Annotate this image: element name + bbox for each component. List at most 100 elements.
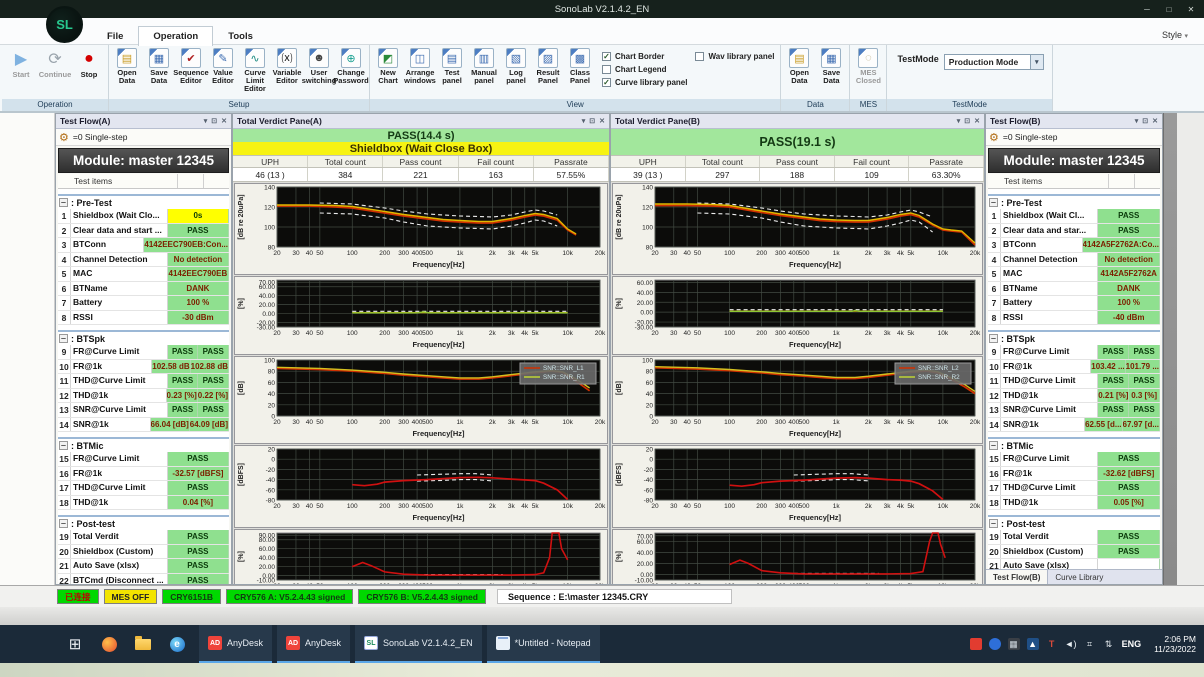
ribbon-button-change-password[interactable]: ⊕Change Password [336, 48, 366, 85]
section-name: : BTSpk [1001, 334, 1035, 344]
minimize-button[interactable]: ─ [1136, 0, 1158, 18]
test-item-name: Battery [1001, 296, 1098, 310]
svg-text:200: 200 [379, 419, 390, 426]
collapse-icon[interactable]: ‒ [989, 198, 998, 207]
testmode-label: TestMode [897, 54, 938, 64]
tray-anydesk-icon[interactable] [970, 638, 982, 650]
tray-app-red-icon[interactable]: T [1046, 638, 1058, 650]
test-row: 13SNR@Curve LimitPASSPASS [988, 403, 1160, 418]
network-icon[interactable]: ⇅ [1103, 638, 1115, 650]
collapse-icon[interactable]: ‒ [59, 519, 68, 528]
ribbon-button-open-data[interactable]: ▤Open Data [112, 48, 142, 85]
close-button[interactable]: ✕ [1180, 0, 1202, 18]
collapse-icon[interactable]: ‒ [989, 441, 998, 450]
ribbon-button-curve-limit-editor[interactable]: ∿Curve Limit Editor [240, 48, 270, 93]
dropdown-icon[interactable]: ▾ [957, 117, 961, 125]
edge-button[interactable]: e [160, 625, 194, 663]
checkbox-chart-border[interactable]: ✓Chart Border [602, 52, 687, 61]
taskbar-app-anydesk[interactable]: ADAnyDesk [199, 625, 272, 663]
collapse-icon[interactable]: ‒ [59, 441, 68, 450]
collapse-icon[interactable]: ‒ [989, 334, 998, 343]
collapse-icon[interactable]: ‒ [59, 334, 68, 343]
row-number: 7 [988, 296, 1001, 310]
checkbox-curve-library-panel[interactable]: ✓Curve library panel [602, 78, 687, 87]
search-button[interactable] [92, 625, 126, 663]
dropdown-icon[interactable]: ▾ [1135, 117, 1139, 125]
start-button[interactable]: ⊞ [58, 625, 92, 663]
taskbar-app--untitled-notepad[interactable]: *Untitled - Notepad [487, 625, 600, 663]
tray-shield-icon[interactable]: ▲ [1027, 638, 1039, 650]
collapse-icon[interactable]: ‒ [59, 198, 68, 207]
test-item-value: PASS [168, 374, 199, 388]
menu-tab-operation[interactable]: Operation [138, 26, 213, 46]
test-item-name: THD@1k [71, 496, 168, 510]
ribbon-button-stop[interactable]: ●Stop [73, 48, 105, 79]
collapse-icon[interactable]: ‒ [989, 519, 998, 528]
close-icon[interactable]: ✕ [974, 117, 980, 125]
clock[interactable]: 2:06 PM 11/23/2022 [1148, 634, 1196, 654]
dropdown-icon[interactable]: ▾ [204, 117, 208, 125]
maximize-button[interactable]: □ [1158, 0, 1180, 18]
manual-panel-icon: ▥ [474, 48, 494, 68]
ribbon-button-save-data[interactable]: ▦Save Data [816, 48, 846, 85]
ribbon-button-arrange-windows[interactable]: ◫Arrange windows [405, 48, 435, 85]
dock-tab-test-flow-b-[interactable]: Test Flow(B) [986, 570, 1048, 584]
ribbon-button-test-panel[interactable]: ▤Test panel [437, 48, 467, 85]
ribbon-button-manual-panel[interactable]: ▥Manual panel [469, 48, 499, 85]
menu-tab-tools[interactable]: Tools [213, 26, 268, 46]
dock-tab-curve-library[interactable]: Curve Library [1048, 570, 1110, 584]
tray-app-dark-icon[interactable]: ▦ [1008, 638, 1020, 650]
single-step-row-a[interactable]: ⚙ =0 Single-step [56, 129, 231, 146]
pin-icon[interactable]: ⊡ [211, 117, 217, 125]
ribbon-button-sequence-editor[interactable]: ✔Sequence Editor [176, 48, 206, 85]
result-panel-icon: ▨ [538, 48, 558, 68]
ribbon-button-open-data[interactable]: ▤Open Data [784, 48, 814, 85]
file-explorer-button[interactable] [126, 625, 160, 663]
pin-icon[interactable]: ⊡ [589, 117, 595, 125]
ribbon-button-result-panel[interactable]: ▨Result Panel [533, 48, 563, 85]
ribbon-button-variable-editor[interactable]: ⒳Variable Editor [272, 48, 302, 85]
window-right-edge[interactable] [1163, 113, 1177, 585]
close-icon[interactable]: ✕ [599, 117, 605, 125]
taskbar-app-anydesk[interactable]: ADAnyDesk [277, 625, 350, 663]
ribbon-button-save-data[interactable]: ▦Save Data [144, 48, 174, 85]
ribbon-button-user-switching[interactable]: ☻User switching [304, 48, 334, 85]
checkbox-chart-legend[interactable]: Chart Legend [602, 65, 687, 74]
style-menu[interactable]: Style ▾ [1156, 26, 1194, 44]
test-row: 8RSSI-30 dBm [58, 311, 229, 326]
language-indicator[interactable]: ENG [1122, 639, 1142, 649]
ribbon-button-continue[interactable]: ⟳Continue [39, 48, 71, 79]
row-number: 10 [988, 360, 1001, 374]
checkbox-wav-library-panel[interactable]: Wav library panel [695, 52, 774, 61]
verdict-banner-a: PASS(14.4 s) [233, 129, 609, 142]
volume-icon[interactable]: ◄) [1065, 638, 1077, 650]
ribbon-button-class-panel[interactable]: ▩Class Panel [565, 48, 595, 85]
ribbon-button-new-chart[interactable]: ◩New Chart [373, 48, 403, 85]
menu-tab-file[interactable]: File [92, 26, 138, 46]
row-number: 17 [988, 481, 1001, 495]
pin-icon[interactable]: ⊡ [964, 117, 970, 125]
gear-icon[interactable]: ⚙ [59, 131, 69, 144]
close-icon[interactable]: ✕ [1152, 117, 1158, 125]
testmode-select[interactable]: Production Mode▾ [944, 54, 1044, 70]
tray-app-blue-icon[interactable] [989, 638, 1001, 650]
ribbon-button-value-editor[interactable]: ✎Value Editor [208, 48, 238, 85]
pin-icon[interactable]: ⊡ [1142, 117, 1148, 125]
svg-text:20: 20 [646, 402, 654, 409]
section-name: : Pre-Test [71, 198, 112, 208]
svg-text:[dB]: [dB] [238, 381, 245, 395]
ribbon-button-start[interactable]: ▶Start [5, 48, 37, 79]
row-number: 21 [988, 559, 1001, 569]
taskbar-app-sonolab-v2-1-4-2-en[interactable]: SLSonoLab V2.1.4.2_EN [355, 625, 482, 663]
svg-text:2k: 2k [865, 419, 873, 426]
charts-a: 14012010080203040501002003004005001k2k3k… [233, 182, 609, 585]
test-item-value: PASS [1098, 481, 1160, 495]
ribbon-button-mes-closed[interactable]: ◌MES Closed [853, 48, 883, 85]
ime-icon[interactable]: ⌗ [1084, 638, 1096, 650]
ribbon-button-log-panel[interactable]: ▧Log panel [501, 48, 531, 85]
gear-icon[interactable]: ⚙ [989, 131, 999, 144]
single-step-row-b[interactable]: ⚙ =0 Single-step [986, 129, 1162, 146]
dropdown-icon[interactable]: ▾ [582, 117, 586, 125]
svg-text:4k: 4k [897, 503, 905, 510]
close-icon[interactable]: ✕ [221, 117, 227, 125]
